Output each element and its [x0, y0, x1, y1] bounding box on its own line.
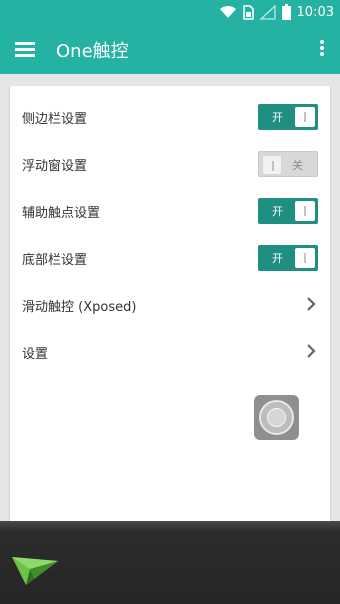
more-vert-icon[interactable] — [314, 38, 330, 60]
wifi-icon — [219, 5, 236, 18]
setting-sidebar[interactable]: 侧边栏设置 开 — [10, 97, 330, 137]
setting-bottom-bar[interactable]: 底部栏设置 开 — [10, 238, 330, 278]
setting-floating-window[interactable]: 浮动窗设置 关 — [10, 144, 330, 184]
status-time: 10:03 — [296, 4, 334, 20]
paper-plane-logo-icon[interactable] — [10, 549, 60, 589]
status-bar: 10:03 — [0, 0, 340, 24]
setting-label: 辅助触点设置 — [22, 206, 101, 221]
setting-assist-touch[interactable]: 辅助触点设置 开 — [10, 191, 330, 231]
switch-text: 开 — [272, 111, 283, 124]
setting-label: 设置 — [22, 347, 49, 362]
sidebar-toggle[interactable]: 开 — [258, 104, 318, 130]
switch-text: 开 — [272, 252, 283, 265]
settings-card: 侧边栏设置 开 浮动窗设置 关 辅助触点设置 开 底部栏设置 开 滑动触控 (X… — [10, 86, 330, 526]
signal-icon — [259, 4, 276, 20]
setting-label: 底部栏设置 — [22, 253, 88, 268]
setting-label: 滑动触控 (Xposed) — [22, 300, 137, 315]
setting-slide-touch-xposed[interactable]: 滑动触控 (Xposed) — [10, 285, 330, 325]
chevron-right-icon — [307, 297, 316, 311]
setting-label: 侧边栏设置 — [22, 112, 88, 127]
battery-icon — [281, 4, 291, 20]
app-title: One触控 — [56, 41, 129, 62]
assist-touch-toggle[interactable]: 开 — [258, 198, 318, 224]
switch-text: 开 — [272, 205, 283, 218]
switch-knob — [295, 248, 315, 268]
sim-card-icon — [242, 4, 254, 20]
chevron-right-icon — [307, 344, 316, 358]
setting-label: 浮动窗设置 — [22, 159, 88, 174]
switch-text: 关 — [292, 159, 303, 172]
bottom-bar-toggle[interactable]: 开 — [258, 245, 318, 271]
menu-icon[interactable] — [12, 37, 38, 61]
assistive-touch-icon[interactable] — [254, 395, 299, 440]
setting-settings[interactable]: 设置 — [10, 332, 330, 372]
switch-knob — [295, 107, 315, 127]
floating-window-toggle[interactable]: 关 — [258, 151, 318, 177]
app-bar: One触控 — [0, 24, 340, 74]
switch-knob — [295, 201, 315, 221]
switch-knob — [262, 155, 282, 175]
